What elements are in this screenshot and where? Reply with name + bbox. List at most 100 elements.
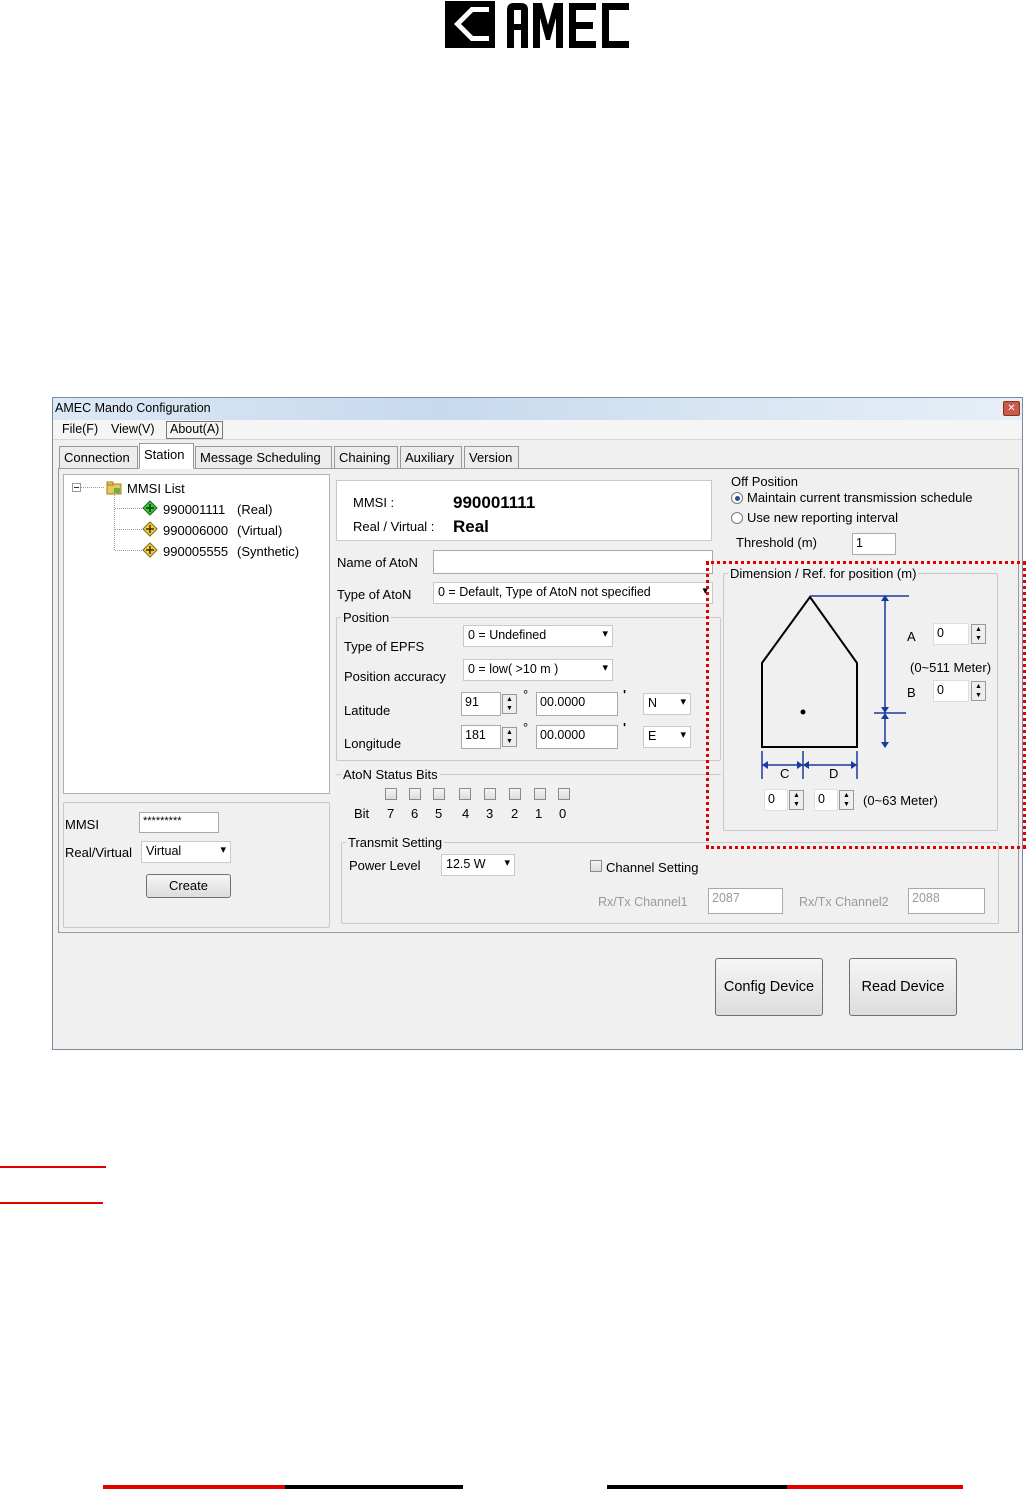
status-bit-checkbox[interactable] [558, 788, 570, 800]
tab-auxiliary[interactable]: Auxiliary [400, 446, 462, 468]
mmsi-label: MMSI [65, 817, 99, 832]
channel-setting-checkbox[interactable] [590, 860, 602, 872]
longitude-direction-select[interactable]: E [643, 726, 691, 748]
type-of-aton-select[interactable]: 0 = Default, Type of AtoN not specified [433, 582, 713, 604]
tree-item-kind: (Synthetic) [237, 544, 300, 559]
new-interval-radio[interactable] [731, 512, 743, 524]
bit-number: 5 [435, 806, 443, 821]
status-bit-checkbox[interactable] [459, 788, 471, 800]
yellow-diamond-icon [142, 542, 158, 558]
status-bit-checkbox[interactable] [534, 788, 546, 800]
tab-connection[interactable]: Connection [59, 446, 138, 468]
footer-rule-red [103, 1485, 285, 1489]
menu-view[interactable]: View(V) [108, 422, 158, 436]
accuracy-label: Position accuracy [344, 669, 446, 684]
channel2-input[interactable]: 2088 [908, 888, 985, 914]
tab-chaining[interactable]: Chaining [334, 446, 398, 468]
degree-symbol: ° [523, 687, 529, 702]
transmit-title: Transmit Setting [346, 835, 445, 850]
latitude-minutes-input[interactable]: 00.0000 [536, 692, 618, 716]
type-of-aton-label: Type of AtoN [337, 587, 412, 602]
bit-number: 6 [411, 806, 419, 821]
tree-item-mmsi[interactable]: 990001111 [163, 502, 225, 517]
info-real-virtual-label: Real / Virtual : [353, 519, 435, 534]
red-underline [0, 1166, 106, 1168]
create-button[interactable]: Create [146, 874, 231, 898]
threshold-input[interactable]: 1 [852, 533, 896, 555]
yellow-diamond-icon [142, 521, 158, 537]
tree-root-label[interactable]: MMSI List [127, 481, 185, 496]
status-bit-checkbox[interactable] [409, 788, 421, 800]
close-icon[interactable]: ✕ [1003, 401, 1020, 416]
create-station-group: MMSI ********* Real/Virtual Virtual Crea… [63, 802, 330, 928]
bit-number: 3 [486, 806, 494, 821]
longitude-minutes-input[interactable]: 00.0000 [536, 725, 618, 749]
tree-item-mmsi[interactable]: 990005555 [163, 544, 228, 559]
tree-item-kind: (Real) [237, 502, 273, 517]
position-title: Position [341, 610, 392, 625]
channel1-input[interactable]: 2087 [708, 888, 783, 914]
tree-item-mmsi[interactable]: 990006000 [163, 523, 228, 538]
read-device-button[interactable]: Read Device [849, 958, 957, 1016]
off-position-title: Off Position [729, 474, 800, 489]
mmsi-input[interactable]: ********* [139, 812, 219, 833]
epfs-label: Type of EPFS [344, 639, 425, 654]
channel1-label: Rx/Tx Channel1 [598, 895, 688, 909]
bit-number: 4 [462, 806, 470, 821]
green-diamond-icon [142, 500, 158, 516]
bit-number: 2 [511, 806, 519, 821]
bit-number: 7 [387, 806, 395, 821]
station-info: MMSI : 990001111 Real / Virtual : Real [336, 480, 712, 541]
tab-version[interactable]: Version [464, 446, 519, 468]
config-device-button[interactable]: Config Device [715, 958, 823, 1016]
epfs-select[interactable]: 0 = Undefined [463, 625, 613, 647]
channel2-label: Rx/Tx Channel2 [799, 895, 889, 909]
status-bit-checkbox[interactable] [509, 788, 521, 800]
latitude-degrees-input[interactable]: 91 [461, 692, 501, 716]
window-title: AMEC Mando Configuration [55, 401, 211, 415]
status-bit-checkbox[interactable] [433, 788, 445, 800]
new-interval-label: Use new reporting interval [747, 510, 899, 525]
name-of-aton-label: Name of AtoN [337, 555, 418, 570]
accuracy-select[interactable]: 0 = low( >10 m ) [463, 659, 613, 681]
minute-symbol: ' [623, 720, 627, 735]
red-underline [0, 1202, 103, 1204]
info-mmsi-label: MMSI : [353, 495, 395, 510]
degree-symbol: ° [523, 720, 529, 735]
latitude-degrees-stepper[interactable]: ▲ ▼ [502, 694, 517, 714]
status-bits-title: AtoN Status Bits [341, 767, 440, 782]
amec-logo [445, 1, 629, 48]
menu-about[interactable]: About(A) [166, 421, 224, 439]
footer-rule-black [607, 1485, 787, 1489]
footer-rule-black [285, 1485, 463, 1489]
bit-number: 1 [535, 806, 543, 821]
channel-setting-label: Channel Setting [606, 860, 699, 875]
tab-message-scheduling[interactable]: Message Scheduling [195, 446, 332, 468]
power-level-label: Power Level [349, 858, 421, 873]
status-bit-checkbox[interactable] [385, 788, 397, 800]
maintain-schedule-radio[interactable] [731, 492, 743, 504]
power-level-select[interactable]: 12.5 W [441, 854, 515, 876]
bit-label: Bit [354, 806, 370, 821]
footer-rule-red [787, 1485, 963, 1489]
mmsi-tree: MMSI List 990001111 (Real) 990006000 (Vi… [63, 474, 330, 794]
real-virtual-select[interactable]: Virtual [141, 841, 231, 863]
longitude-degrees-stepper[interactable]: ▲ ▼ [502, 727, 517, 747]
real-virtual-label: Real/Virtual [65, 845, 132, 860]
tab-station[interactable]: Station [139, 443, 194, 469]
menu-bar: File(F) View(V) About(A) [53, 420, 1022, 440]
title-bar: AMEC Mando Configuration ✕ [53, 398, 1022, 420]
name-of-aton-input[interactable] [433, 550, 713, 574]
info-real-virtual-value: Real [453, 517, 489, 536]
folder-icon [106, 481, 122, 495]
transmit-group [341, 842, 999, 924]
bit-number: 0 [559, 806, 567, 821]
status-bit-checkbox[interactable] [484, 788, 496, 800]
latitude-direction-select[interactable]: N [643, 693, 691, 715]
longitude-degrees-input[interactable]: 181 [461, 725, 501, 749]
minute-symbol: ' [623, 687, 627, 702]
latitude-label: Latitude [344, 703, 391, 718]
maintain-schedule-label: Maintain current transmission schedule [747, 490, 973, 505]
tree-item-kind: (Virtual) [237, 523, 283, 538]
menu-file[interactable]: File(F) [59, 422, 101, 436]
